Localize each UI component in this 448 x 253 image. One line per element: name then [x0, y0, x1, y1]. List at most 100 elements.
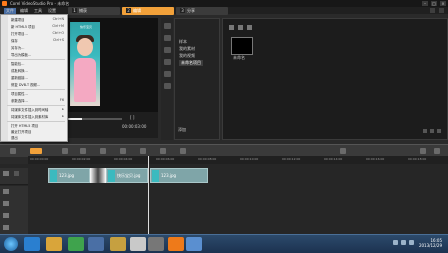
menu-item-new-project[interactable]: 新建项目 — [11, 17, 25, 22]
menu-item-new-html5[interactable]: 新 HTML5 项目 — [11, 24, 35, 29]
menu-item-save-as[interactable]: 另存为... — [11, 45, 24, 50]
volume-icon[interactable] — [409, 240, 414, 245]
explorer-icon[interactable] — [46, 237, 62, 251]
motion-icon[interactable] — [160, 148, 166, 154]
timeline-clip[interactable]: 快乐宝贝.jpg — [106, 168, 148, 183]
media-icon[interactable] — [163, 23, 171, 29]
media-player-icon[interactable] — [68, 237, 84, 251]
minimize-button[interactable]: – — [422, 1, 428, 6]
menu-item-project-properties[interactable]: 项目属性... — [11, 91, 28, 96]
library-category-icons — [161, 18, 173, 140]
timecode[interactable]: 00:00:03:00 — [122, 124, 146, 129]
option-icon[interactable] — [437, 129, 441, 133]
title-track-icon[interactable] — [3, 201, 9, 206]
tab-edit[interactable]: 2 编辑 — [122, 7, 174, 15]
voice-track-icon[interactable] — [3, 213, 9, 218]
clip-label: 123.jpg — [59, 173, 75, 178]
add-folder-button[interactable]: 添加 — [178, 127, 186, 133]
menu-item-open-html5[interactable]: 打开 HTML5 项目 — [11, 123, 38, 128]
zoom-in-icon[interactable] — [420, 148, 426, 154]
app-icon[interactable] — [186, 237, 202, 251]
ie-icon[interactable] — [24, 237, 40, 251]
submenu-arrow-icon: ▸ — [62, 114, 64, 118]
network-icon[interactable] — [401, 240, 406, 245]
filter-icon[interactable] — [163, 83, 171, 89]
video-track-icon[interactable] — [3, 171, 9, 176]
library-folder[interactable]: 我的素材 — [179, 46, 195, 52]
storyboard-view-icon[interactable] — [10, 148, 16, 154]
menu-gutter — [1, 15, 8, 141]
menu-separator — [7, 121, 65, 122]
music-track-icon[interactable] — [3, 225, 9, 230]
playhead[interactable] — [148, 156, 149, 234]
undo-icon[interactable] — [62, 148, 68, 154]
instant-project-icon[interactable] — [163, 35, 171, 41]
fit-project-icon[interactable] — [434, 148, 440, 154]
clock-date: 2013/12/29 — [418, 243, 442, 248]
close-button[interactable]: × — [440, 1, 446, 6]
title-icon[interactable] — [163, 59, 171, 65]
submenu-arrow-icon: ▸ — [62, 107, 64, 111]
sort-icon[interactable] — [247, 25, 252, 30]
ruler-tick: 00:00:16:00 — [366, 157, 385, 161]
ruler-tick: 00:00:06:00 — [156, 157, 175, 161]
qq-icon[interactable] — [88, 237, 104, 251]
library-folder-selected[interactable]: 未命名项目 — [179, 60, 203, 66]
subtitle-icon[interactable] — [180, 148, 186, 154]
videostudio-taskbar-icon[interactable] — [168, 237, 184, 251]
import-icon[interactable] — [229, 25, 234, 30]
trim-markers[interactable]: [ ] — [130, 115, 134, 120]
tab-capture[interactable]: 1 捕获 — [68, 7, 120, 15]
menu-item-exit[interactable]: 退出 — [11, 135, 18, 140]
timeline-ruler[interactable]: 00:00:00:00 00:00:02:00 00:00:04:00 00:0… — [28, 156, 448, 164]
menu-separator — [7, 89, 65, 90]
track-visibility-icon[interactable] — [14, 171, 19, 176]
screen-recorder-icon[interactable] — [148, 237, 164, 251]
menu-item-repair-dvbt[interactable]: 修复 DVB-T 视频... — [11, 82, 40, 87]
tray-icon[interactable] — [393, 240, 398, 245]
menu-item-batch-convert[interactable]: 成批转换... — [11, 68, 28, 73]
menu-item-save[interactable]: 保存 — [11, 38, 18, 43]
shortcut-label: F6 — [59, 98, 64, 102]
clock[interactable]: 16:05 2013/12/29 — [419, 238, 442, 248]
title-bar: Corel VideoStudio Pro - 未命名 – □ × — [0, 0, 448, 7]
auto-music-icon[interactable] — [140, 148, 146, 154]
menu-item-recent[interactable]: 最近打开项目 — [11, 129, 31, 134]
app-icon[interactable] — [130, 237, 146, 251]
menu-item-smart-package[interactable]: 智能包... — [11, 61, 24, 66]
menu-item-open[interactable]: 打开项目... — [11, 31, 28, 36]
tab-share[interactable]: 3 分享 — [176, 7, 228, 15]
timeline-view-icon[interactable] — [30, 148, 42, 154]
timeline-clip[interactable]: 123.jpg — [48, 168, 90, 183]
photo-body — [74, 58, 96, 102]
transition-icon[interactable] — [163, 47, 171, 53]
menu-item-preferences[interactable]: 参数选择... — [11, 98, 28, 103]
shortcut-label: Ctrl+M — [52, 24, 64, 28]
top-right-icons — [430, 8, 444, 13]
menu-item-export-template[interactable]: 导出为模板... — [11, 52, 31, 57]
view-icon[interactable] — [238, 25, 243, 30]
audio-mixer-icon[interactable] — [120, 148, 126, 154]
option-icon[interactable] — [423, 129, 427, 133]
graphic-icon[interactable] — [163, 71, 171, 77]
menu-item-insert-library[interactable]: 将媒体文件插入到素材库 — [11, 114, 48, 119]
overlay-track-icon[interactable] — [3, 189, 9, 194]
ruler-tick: 00:00:18:00 — [408, 157, 427, 161]
transition-clip[interactable] — [90, 168, 106, 183]
record-icon[interactable] — [100, 148, 106, 154]
help-icon[interactable] — [430, 8, 435, 13]
redo-icon[interactable] — [80, 148, 86, 154]
media-thumbnail[interactable] — [231, 37, 253, 55]
settings-icon[interactable] — [439, 8, 444, 13]
video-track-header — [0, 168, 28, 185]
start-button[interactable] — [4, 237, 18, 251]
library-folder[interactable]: 我的视频 — [179, 53, 195, 59]
library-folder[interactable]: 样本 — [179, 39, 187, 45]
maximize-button[interactable]: □ — [431, 1, 437, 6]
option-icon[interactable] — [430, 129, 434, 133]
menu-item-relink[interactable]: 重新链接... — [11, 75, 28, 80]
bird-app-icon[interactable] — [110, 237, 126, 251]
menu-item-insert-timeline[interactable]: 将媒体文件插入到时间轴 — [11, 107, 48, 112]
timeline-clip[interactable]: 123.jpg — [150, 168, 208, 183]
zoom-out-icon[interactable] — [340, 148, 346, 154]
